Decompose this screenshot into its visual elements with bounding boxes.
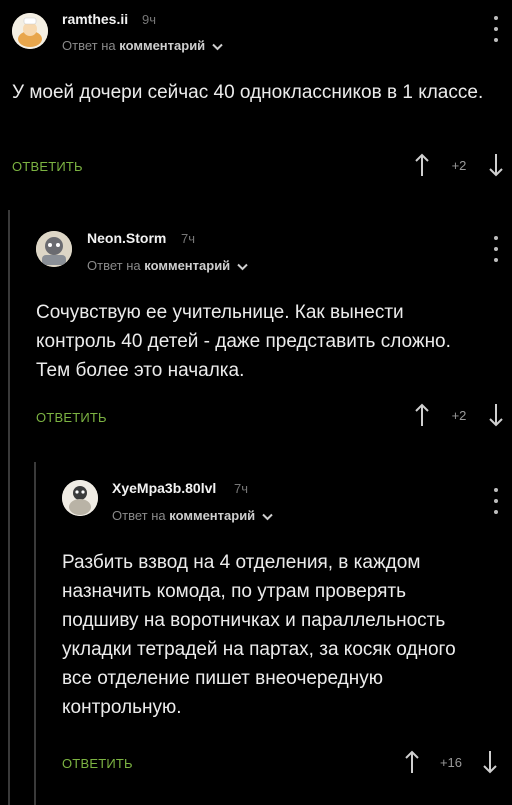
- reply-prefix: Ответ на: [112, 508, 166, 523]
- comment-xyempa3b: XyeMpa3b.80lvl 7ч Ответ на комментарий Р…: [0, 470, 512, 805]
- arrow-down-icon[interactable]: [488, 402, 504, 428]
- username[interactable]: XyeMpa3b.80lvl: [112, 480, 216, 496]
- comment-time: 9ч: [142, 12, 157, 27]
- username[interactable]: Neon.Storm: [87, 230, 166, 246]
- chevron-down-icon: [237, 263, 248, 270]
- comment-time: 7ч: [181, 231, 196, 246]
- comment-text: Сочувствую ее учительнице. Как вынести к…: [36, 302, 451, 381]
- reply-button[interactable]: ОТВЕТИТЬ: [62, 756, 133, 771]
- comment-text: Разбить взвод на 4 отделения, в каждом н…: [62, 552, 456, 718]
- reply-prefix: Ответ на: [87, 258, 141, 273]
- reply-to-link[interactable]: Ответ на комментарий: [87, 258, 248, 273]
- more-vertical-icon[interactable]: [493, 16, 499, 42]
- avatar[interactable]: [62, 480, 98, 516]
- more-vertical-icon[interactable]: [493, 236, 499, 262]
- chevron-down-icon: [212, 43, 223, 50]
- reply-target: комментарий: [169, 508, 256, 523]
- reply-button[interactable]: ОТВЕТИТЬ: [12, 159, 83, 174]
- reply-to-link[interactable]: Ответ на комментарий: [112, 508, 273, 523]
- comment-text: У моей дочери сейчас 40 одноклассников в…: [12, 82, 484, 103]
- comment-neon-storm: Neon.Storm 7ч Ответ на комментарий Сочув…: [0, 220, 512, 450]
- score: +2: [451, 407, 467, 423]
- chevron-down-icon: [262, 513, 273, 520]
- more-vertical-icon[interactable]: [493, 488, 499, 514]
- comment-time: 7ч: [234, 481, 249, 496]
- avatar[interactable]: [12, 13, 48, 49]
- vote-controls: +2: [414, 400, 504, 430]
- reply-target: комментарий: [144, 258, 231, 273]
- arrow-up-icon[interactable]: [414, 402, 430, 428]
- reply-prefix: Ответ на: [62, 38, 116, 53]
- reply-to-link[interactable]: Ответ на комментарий: [62, 38, 223, 53]
- username[interactable]: ramthes.ii: [62, 11, 128, 27]
- reply-target: комментарий: [119, 38, 206, 53]
- vote-controls: +16: [404, 747, 498, 777]
- comment-ramthes: ramthes.ii 9ч Ответ на комментарий У мое…: [0, 0, 512, 200]
- arrow-down-icon[interactable]: [482, 749, 498, 775]
- arrow-down-icon[interactable]: [488, 152, 504, 178]
- arrow-up-icon[interactable]: [414, 152, 430, 178]
- score: +2: [451, 157, 467, 173]
- reply-button[interactable]: ОТВЕТИТЬ: [36, 410, 107, 425]
- avatar[interactable]: [36, 231, 72, 267]
- arrow-up-icon[interactable]: [404, 749, 420, 775]
- vote-controls: +2: [414, 150, 504, 180]
- score: +16: [439, 754, 463, 770]
